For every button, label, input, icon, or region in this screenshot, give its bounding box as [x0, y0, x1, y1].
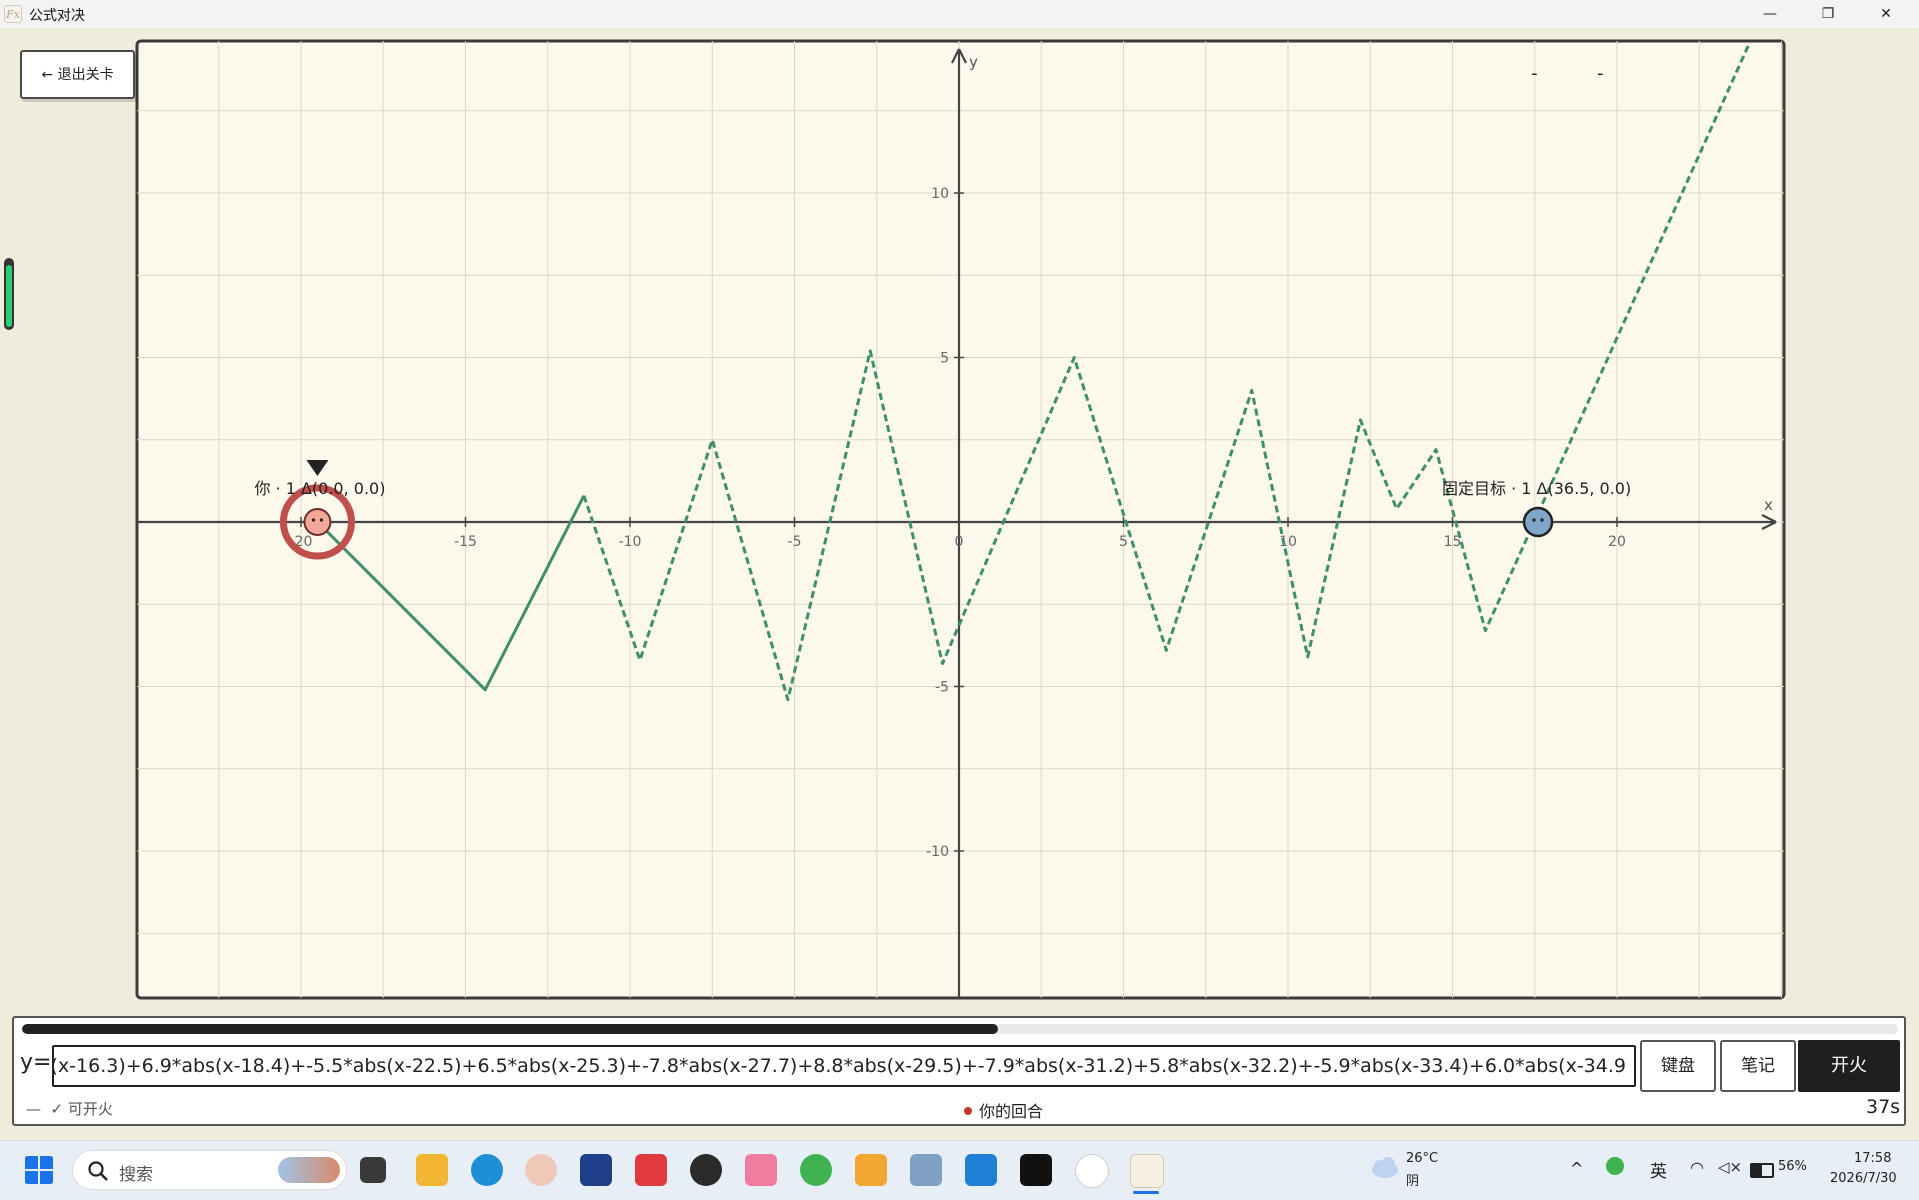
y-tick-label: -10 [926, 844, 949, 860]
exit-level-button[interactable]: ← 退出关卡 [20, 50, 135, 99]
file-explorer-icon[interactable] [416, 1154, 448, 1186]
energy-fill [6, 265, 12, 327]
x-tick-label: 20 [1608, 534, 1626, 550]
clock-time: 17:58 [1854, 1151, 1892, 1166]
ie-app-icon[interactable] [800, 1154, 832, 1186]
avatar-app-icon[interactable] [525, 1154, 557, 1186]
turn-progress-bar [22, 1024, 1898, 1034]
game-area: -20 -15 -10 -5 0 5 10 15 20 -10 -5 5 10 x y 你 · 1 Δ(… [0, 28, 1919, 1140]
turn-text: 你的回合 [979, 1102, 1044, 1121]
player-eye-icon [311, 518, 316, 522]
wifi-icon[interactable]: ◠ [1690, 1158, 1704, 1177]
battery-icon[interactable] [1750, 1163, 1774, 1178]
input-panel: y= -2.7*abs(x-13.4)+6.5*abs(x-14.5)+-7.7… [12, 1016, 1906, 1126]
dev-tool-icon[interactable] [580, 1154, 612, 1186]
x-tick-label: -5 [788, 534, 802, 550]
progress-fill [22, 1024, 998, 1034]
turn-dot [964, 1107, 972, 1115]
bilibili-icon[interactable] [745, 1154, 777, 1186]
target-label: 固定目标 · 1 Δ(36.5, 0.0) [1442, 479, 1631, 498]
x-tick-label: 10 [1279, 534, 1297, 550]
fire-button[interactable]: 开火 [1798, 1040, 1900, 1092]
formula-input[interactable]: -2.7*abs(x-13.4)+6.5*abs(x-14.5)+-7.7*ab… [52, 1045, 1636, 1087]
target-eye-icon [1540, 518, 1544, 522]
task-view-icon[interactable] [360, 1157, 386, 1183]
y-axis-label: y [969, 53, 978, 71]
player-avatar-icon [303, 508, 332, 536]
weather-desc: 阴 [1406, 1174, 1420, 1189]
ime-indicator[interactable]: 英 [1650, 1157, 1667, 1182]
taskbar: 搜索 26°C 阴 ^ 英 ◠ ◁× 56% 17:58 2026/7/30 [0, 1140, 1919, 1200]
formula-text: -2.7*abs(x-13.4)+6.5*abs(x-14.5)+-7.7*ab… [54, 1055, 1626, 1077]
windows-start-icon[interactable] [24, 1155, 54, 1185]
blender-icon[interactable] [690, 1154, 722, 1186]
x-tick-label: -15 [454, 534, 477, 550]
fire-status: — ✓ 可开火 [26, 1098, 113, 1119]
close-button[interactable]: ✕ [1857, 0, 1915, 28]
search-label: 搜索 [119, 1165, 153, 1185]
taskbar-search[interactable]: 搜索 [72, 1150, 347, 1190]
player-label: 你 · 1 Δ(0.0, 0.0) [254, 479, 385, 498]
edge-browser-icon[interactable] [471, 1154, 503, 1186]
hp-dash-right: - [1597, 63, 1604, 84]
formula-prefix: y= [20, 1050, 52, 1075]
qq-icon[interactable] [1075, 1154, 1109, 1188]
minimize-button[interactable]: — [1741, 0, 1799, 28]
target-avatar-icon [1522, 506, 1554, 538]
document-app-icon[interactable] [855, 1154, 887, 1186]
search-icon [88, 1161, 108, 1181]
formula-duel-taskbar-icon[interactable] [1130, 1154, 1164, 1188]
x-tick-label: 5 [1119, 534, 1128, 550]
x-tick-label: 0 [955, 534, 964, 550]
battery-percent: 56% [1778, 1159, 1807, 1174]
can-fire-text: ✓ 可开火 [50, 1100, 113, 1118]
mute-icon[interactable]: ◁× [1718, 1158, 1742, 1176]
player-eye-icon [319, 518, 324, 522]
taptap-icon[interactable] [1020, 1154, 1052, 1186]
notes-button[interactable]: 笔记 [1720, 1040, 1796, 1092]
clock-date: 2026/7/30 [1830, 1171, 1897, 1186]
restore-button[interactable]: ❐ [1799, 0, 1857, 28]
vscode-icon[interactable] [965, 1154, 997, 1186]
cloud-icon [1372, 1157, 1398, 1178]
energy-bar [4, 258, 14, 330]
hp-dash-left: - [1531, 63, 1538, 84]
status-dash: — [26, 1100, 41, 1118]
title-bar: Fx 公式对决 — ❐ ✕ [0, 0, 1919, 29]
weather-temp: 26°C [1406, 1151, 1439, 1166]
y-tick-label: -5 [935, 680, 949, 696]
y-tick-label: 5 [940, 351, 949, 367]
graph-board[interactable]: -20 -15 -10 -5 0 5 10 15 20-10-5510 x y 你 · 1 Δ(… [0, 28, 1919, 1016]
keyboard-button[interactable]: 键盘 [1640, 1040, 1716, 1092]
app-icon: Fx [4, 5, 22, 23]
turn-status: 你的回合 [964, 1098, 1043, 1122]
target-eye-icon [1532, 518, 1536, 522]
godot-icon[interactable] [910, 1154, 942, 1186]
tray-app-icon[interactable] [1606, 1157, 1624, 1175]
active-app-indicator [1133, 1191, 1159, 1194]
window-title: 公式对决 [29, 8, 85, 24]
chevron-up-icon[interactable]: ^ [1570, 1159, 1583, 1178]
x-tick-label: -10 [619, 534, 642, 550]
f-app-icon[interactable] [635, 1154, 667, 1186]
search-highlight-icon [278, 1157, 340, 1183]
timer: 37s [1866, 1096, 1901, 1118]
x-axis-label: x [1764, 496, 1773, 514]
y-tick-label: 10 [931, 186, 949, 202]
